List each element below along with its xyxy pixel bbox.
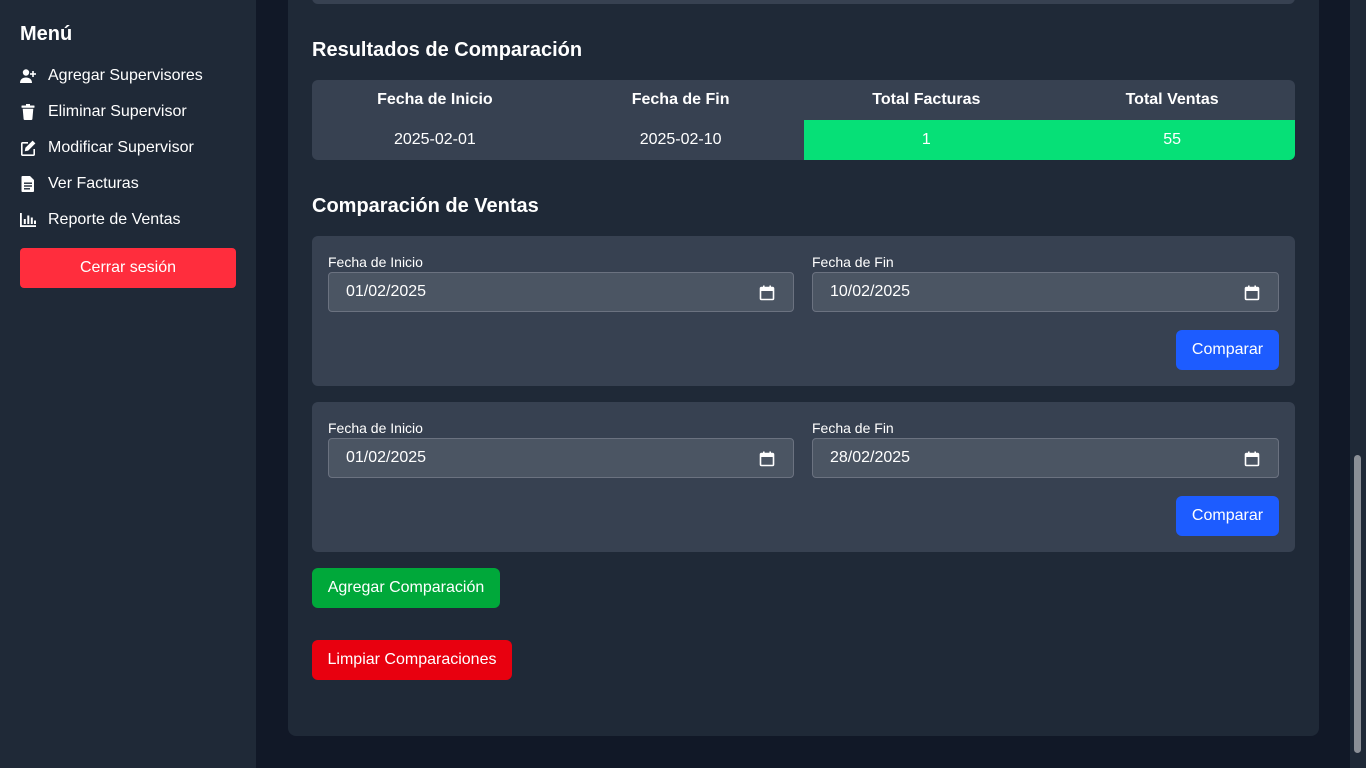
- trash-icon: [20, 104, 36, 120]
- table-cell-total-sales: 55: [1049, 120, 1295, 160]
- end-date-value: 10/02/2025: [830, 283, 911, 300]
- results-table: Fecha de Inicio Fecha de Fin Total Factu…: [312, 80, 1295, 160]
- column-header: Total Ventas: [1125, 91, 1219, 108]
- compare-button[interactable]: Comparar: [1176, 330, 1279, 370]
- end-date-value: 28/02/2025: [830, 449, 911, 466]
- sidebar-item-label: Ver Facturas: [48, 175, 139, 192]
- sidebar-item-modify-supervisor[interactable]: Modificar Supervisor: [20, 136, 236, 160]
- compare-button[interactable]: Comparar: [1176, 496, 1279, 536]
- edit-icon: [20, 140, 36, 156]
- start-date-label: Fecha de Inicio: [328, 254, 423, 270]
- scrollbar-thumb[interactable]: [1354, 455, 1361, 753]
- column-header: Fecha de Fin: [631, 91, 730, 108]
- start-date-input[interactable]: 01/02/2025: [328, 272, 794, 312]
- start-date-value: 01/02/2025: [346, 449, 427, 466]
- calendar-icon[interactable]: [1244, 285, 1260, 301]
- logout-button[interactable]: Cerrar sesión: [20, 248, 236, 288]
- table-cell-end-date: 2025-02-10: [639, 131, 722, 148]
- start-date-value: 01/02/2025: [346, 283, 427, 300]
- sidebar-item-label: Reporte de Ventas: [48, 211, 181, 228]
- comparison-card: Fecha de Inicio 01/02/2025 Fecha de Fin …: [312, 236, 1295, 386]
- end-date-label: Fecha de Fin: [812, 254, 894, 270]
- table-header-row: Fecha de Inicio Fecha de Fin Total Factu…: [312, 80, 1295, 120]
- add-comparison-button[interactable]: Agregar Comparación: [312, 568, 500, 608]
- sidebar-item-add-supervisors[interactable]: Agregar Supervisores: [20, 64, 236, 88]
- sidebar: Menú Agregar Supervisores Eliminar Super…: [0, 0, 256, 768]
- end-date-label: Fecha de Fin: [812, 420, 894, 436]
- clear-comparisons-button[interactable]: Limpiar Comparaciones: [312, 640, 512, 680]
- calendar-icon[interactable]: [759, 285, 775, 301]
- table-row: 2025-02-01 2025-02-10 1 55: [312, 120, 1295, 160]
- sidebar-item-label: Modificar Supervisor: [48, 139, 194, 156]
- comparison-title: Comparación de Ventas: [312, 195, 539, 217]
- end-date-input[interactable]: 28/02/2025: [812, 438, 1279, 478]
- bar-chart-icon: [20, 212, 36, 228]
- sidebar-item-label: Agregar Supervisores: [48, 67, 203, 84]
- scrollbar[interactable]: [1350, 0, 1366, 768]
- sidebar-item-label: Eliminar Supervisor: [48, 103, 187, 120]
- calendar-icon[interactable]: [759, 451, 775, 467]
- sidebar-item-sales-report[interactable]: Reporte de Ventas: [20, 208, 236, 232]
- menu-title: Menú: [20, 23, 73, 45]
- results-title: Resultados de Comparación: [312, 39, 583, 61]
- table-cell-total-invoices: 1: [803, 120, 1050, 160]
- end-date-input[interactable]: 10/02/2025: [812, 272, 1279, 312]
- column-header: Fecha de Inicio: [377, 91, 493, 108]
- start-date-label: Fecha de Inicio: [328, 420, 423, 436]
- column-header: Total Facturas: [872, 91, 981, 108]
- calendar-icon[interactable]: [1244, 451, 1260, 467]
- table-cell-start-date: 2025-02-01: [393, 131, 476, 148]
- start-date-input[interactable]: 01/02/2025: [328, 438, 794, 478]
- user-plus-icon: [20, 68, 36, 84]
- previous-section-edge: [312, 0, 1295, 4]
- file-icon: [20, 176, 36, 192]
- sidebar-item-view-invoices[interactable]: Ver Facturas: [20, 172, 236, 196]
- sidebar-item-delete-supervisor[interactable]: Eliminar Supervisor: [20, 100, 236, 124]
- comparison-card: Fecha de Inicio 01/02/2025 Fecha de Fin …: [312, 402, 1295, 552]
